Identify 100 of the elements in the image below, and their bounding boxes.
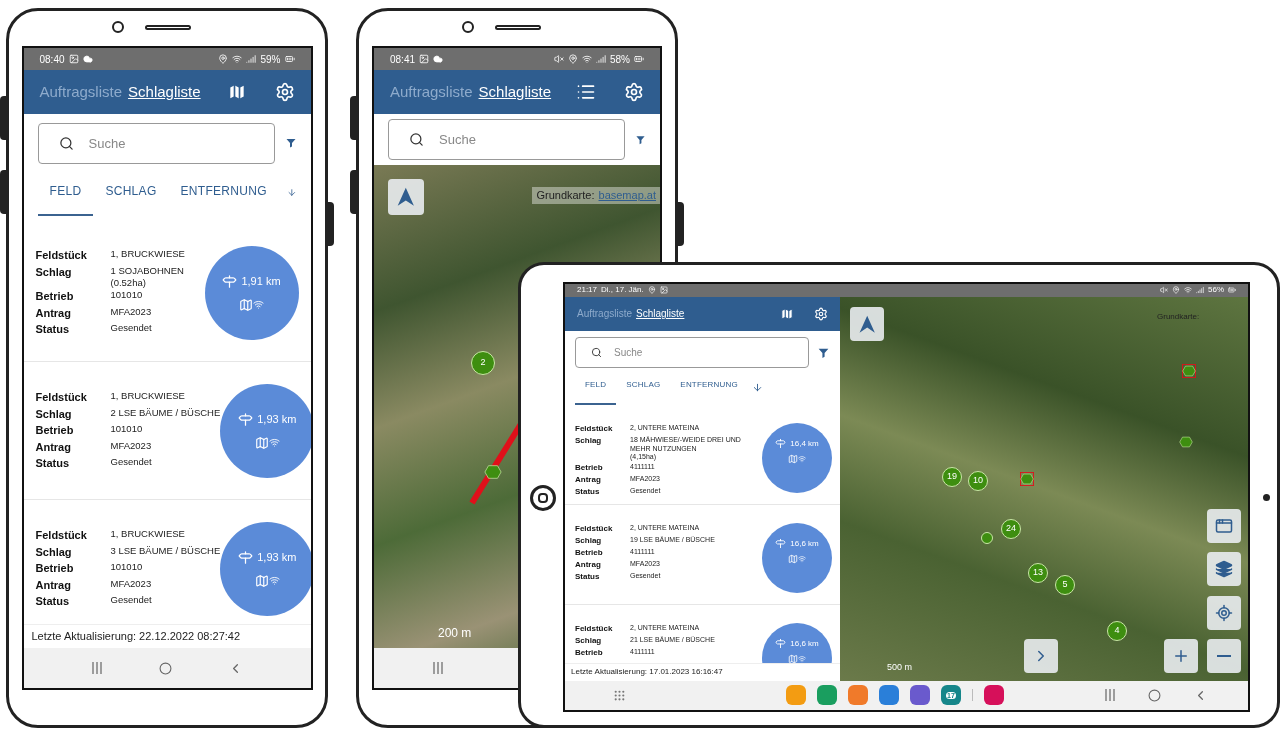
distance-text: 16,6 km (790, 537, 819, 550)
layers-icon (1215, 559, 1233, 578)
field-label: Betrieb (575, 646, 604, 659)
field-label: Antrag (575, 558, 602, 571)
signpost-icon (222, 274, 238, 289)
cluster-marker[interactable]: 4 (1107, 620, 1127, 641)
field-value: 2 LSE BÄUME / BÜSCHE (110, 405, 221, 419)
cluster-marker[interactable]: 19 (942, 466, 962, 487)
zoom-in-button[interactable] (1164, 638, 1198, 673)
home-icon[interactable] (159, 661, 172, 675)
home-button[interactable] (530, 485, 556, 511)
cluster-marker[interactable]: 10 (968, 470, 988, 491)
mute-icon (1160, 286, 1168, 295)
search-field[interactable]: Suche (575, 337, 809, 369)
sort-tab[interactable]: FELD (575, 378, 617, 405)
layers-button[interactable] (1207, 551, 1241, 586)
search-field[interactable]: Suche (37, 122, 275, 164)
header-tab[interactable]: Auftragsliste (39, 80, 123, 104)
zoom-out-button[interactable] (1207, 638, 1241, 673)
cluster-marker[interactable]: 5 (1055, 574, 1075, 595)
camera (112, 21, 124, 33)
signpost-icon (775, 538, 787, 550)
offline-map-icon (788, 453, 806, 464)
cluster-marker[interactable] (981, 531, 993, 544)
field-marker[interactable] (1179, 434, 1193, 449)
field-label: Feldstück (35, 390, 88, 406)
sort-direction-icon[interactable] (751, 381, 763, 393)
header-tab[interactable]: Auftragsliste (390, 80, 473, 104)
header-tab[interactable]: Schlagliste (128, 80, 201, 104)
field-value: Gesendet (110, 593, 152, 607)
window-button[interactable] (1207, 508, 1241, 543)
compass-button[interactable] (850, 306, 884, 341)
app-icon[interactable] (879, 685, 899, 706)
battery-level: 59% (260, 52, 281, 67)
sort-tab[interactable]: SCHLAG (616, 378, 671, 405)
field-value: 1, BRUCKWIESE (110, 389, 185, 403)
field-label: Schlag (35, 406, 73, 422)
offline-map-icon (254, 435, 280, 450)
field-value: MFA2023 (110, 304, 152, 318)
image-icon (68, 54, 79, 64)
expand-panel-button[interactable] (1024, 638, 1058, 673)
distance-button[interactable]: 1,93 km (220, 521, 311, 616)
signpost-icon (775, 438, 787, 450)
header-tab[interactable]: Schlagliste (478, 80, 552, 104)
home-icon[interactable] (1148, 688, 1161, 702)
distance-text: 1,93 km (257, 550, 297, 566)
field-value: 101010 (110, 288, 143, 302)
field-marker[interactable] (484, 463, 502, 481)
cluster-marker[interactable]: 2 (471, 351, 495, 375)
search-icon (409, 132, 424, 147)
signpost-icon (238, 550, 254, 565)
battery-level: 56% (1208, 284, 1224, 297)
distance-button[interactable]: 16,6 km (762, 522, 832, 593)
field-value: 1, BRUCKWIESE (110, 247, 185, 260)
wifi-icon (232, 54, 243, 64)
field-label: Feldstück (575, 422, 614, 435)
field-marker[interactable] (1020, 471, 1034, 486)
settings-icon[interactable] (624, 82, 644, 102)
list-icon[interactable] (576, 82, 596, 102)
signal-icon (246, 54, 257, 64)
offline-map-icon (788, 553, 806, 564)
distance-button[interactable]: 1,91 km (204, 245, 299, 340)
map-icon[interactable] (780, 306, 794, 321)
settings-icon[interactable] (814, 306, 828, 321)
location-icon (568, 54, 578, 64)
sort-tab[interactable]: ENTFERNUNG (168, 182, 279, 216)
app-icon[interactable] (848, 685, 868, 706)
app-icon[interactable] (817, 685, 837, 706)
field-value: 101010 (110, 422, 143, 436)
status-time: 08:41 (390, 52, 416, 67)
distance-button[interactable]: 16,4 km (762, 422, 832, 493)
signpost-icon (238, 412, 254, 427)
status-time: 21:17 (577, 284, 598, 297)
app-drawer-icon[interactable] (613, 688, 626, 702)
wifi-icon (582, 54, 592, 64)
app-icon[interactable] (910, 685, 930, 706)
distance-button[interactable]: 1,93 km (220, 383, 311, 478)
compass-button[interactable] (388, 179, 424, 215)
battery-icon (284, 54, 295, 64)
map-attribution: Grundkarte: (1157, 310, 1200, 323)
app-icon[interactable] (984, 685, 1004, 706)
header-tab[interactable]: Schlagliste (636, 306, 685, 322)
header-tab[interactable]: Auftragsliste (577, 306, 633, 322)
settings-icon[interactable] (274, 82, 295, 102)
cluster-marker[interactable]: 24 (1001, 518, 1021, 539)
cluster-marker[interactable]: 13 (1028, 562, 1048, 583)
field-label: Betrieb (35, 289, 75, 305)
attribution-link[interactable]: basemap.at (598, 187, 656, 204)
sort-tab[interactable]: FELD (37, 182, 94, 216)
field-label: Schlag (575, 634, 603, 647)
locate-button[interactable] (1207, 595, 1241, 630)
location-icon (647, 286, 656, 295)
field-label: Status (35, 594, 71, 610)
distance-button[interactable]: 16,6 km (762, 622, 832, 663)
search-field[interactable]: Suche (388, 119, 625, 160)
camera (1263, 494, 1270, 501)
field-marker[interactable] (1182, 363, 1196, 378)
sort-tab[interactable]: SCHLAG (93, 182, 169, 216)
field-label: Betrieb (35, 423, 75, 439)
sort-tab[interactable]: ENTFERNUNG (670, 378, 748, 405)
